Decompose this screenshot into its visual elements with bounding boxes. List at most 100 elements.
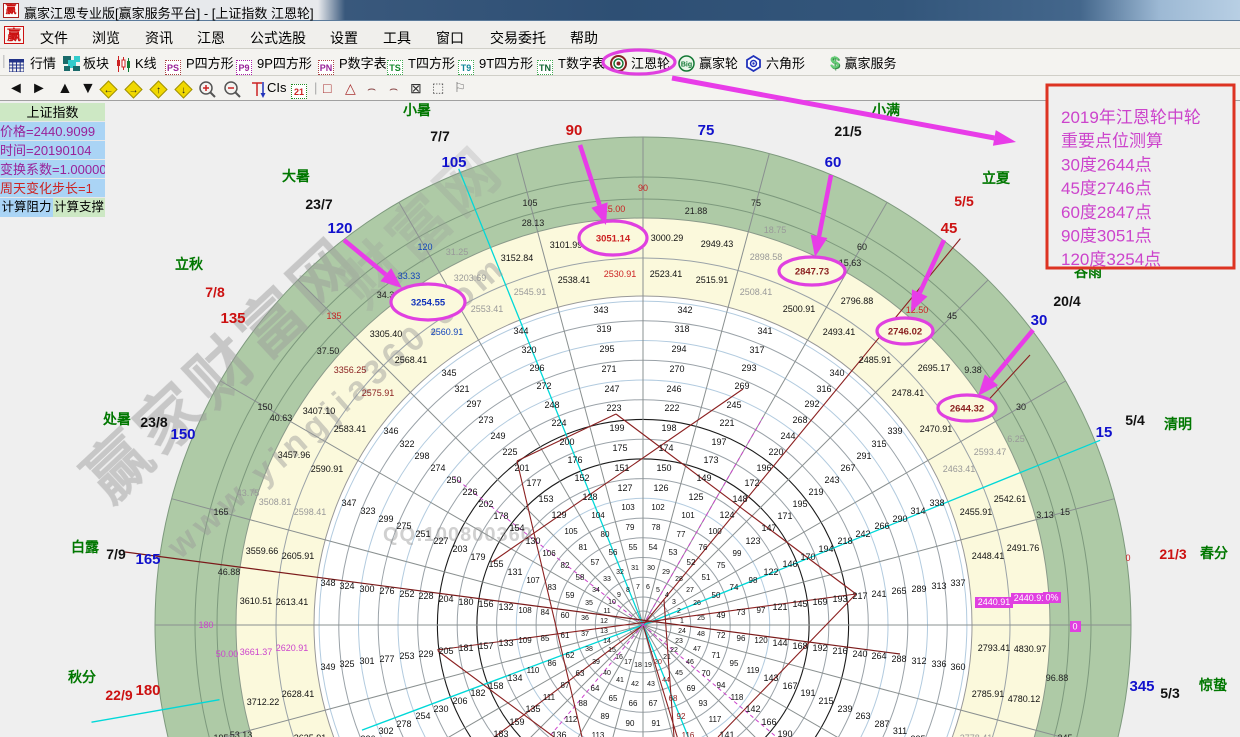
svg-text:白露: 白露 [71,539,100,555]
svg-text:87: 87 [561,681,570,690]
svg-text:49: 49 [717,611,726,620]
svg-text:3.13: 3.13 [1036,510,1054,520]
svg-text:7/9: 7/9 [106,546,126,562]
svg-text:104: 104 [591,511,605,520]
svg-text:2635.91: 2635.91 [294,733,327,737]
svg-text:2568.41: 2568.41 [395,355,428,365]
svg-text:42: 42 [631,681,639,688]
svg-text:73: 73 [737,608,746,617]
svg-text:183: 183 [493,729,508,737]
svg-text:199: 199 [609,423,624,433]
svg-text:287: 287 [874,719,889,729]
svg-text:43.75: 43.75 [237,488,260,498]
svg-text:215: 215 [818,696,833,706]
svg-text:105: 105 [441,154,466,171]
svg-text:2583.41: 2583.41 [334,424,367,434]
svg-text:33: 33 [603,576,611,583]
svg-text:190: 190 [777,729,792,737]
svg-text:2493.41: 2493.41 [823,327,856,337]
svg-text:251: 251 [415,529,430,539]
svg-text:2500.91: 2500.91 [783,304,816,314]
svg-text:344: 344 [513,326,528,336]
svg-text:250: 250 [446,475,461,485]
svg-text:3203.69: 3203.69 [454,273,487,283]
svg-text:93: 93 [699,699,708,708]
svg-text:218: 218 [837,536,852,546]
svg-text:2440.91: 2440.91 [978,597,1011,607]
svg-text:105: 105 [522,198,537,208]
svg-text:242: 242 [855,529,870,539]
svg-text:297: 297 [466,399,481,409]
svg-text:75: 75 [698,122,715,139]
svg-text:129: 129 [551,510,566,520]
svg-text:173: 173 [703,455,718,465]
svg-text:18.75: 18.75 [764,225,787,235]
svg-text:178: 178 [493,511,508,521]
svg-text:228: 228 [418,591,433,601]
svg-text:101: 101 [681,511,695,520]
svg-text:337: 337 [950,578,965,588]
svg-text:269: 269 [734,381,749,391]
svg-text:130: 130 [525,536,540,546]
svg-text:70: 70 [702,669,711,678]
svg-text:105: 105 [564,527,578,536]
svg-text:323: 323 [360,506,375,516]
svg-text:229: 229 [418,649,433,659]
svg-text:86: 86 [548,659,557,668]
svg-text:206: 206 [452,696,467,706]
svg-text:3407.10: 3407.10 [303,406,336,416]
svg-text:347: 347 [341,498,356,508]
svg-text:3559.66: 3559.66 [246,546,279,556]
svg-text:3508.81: 3508.81 [259,497,292,507]
svg-text:342: 342 [677,305,692,315]
svg-text:253: 253 [399,651,414,661]
svg-text:21/5: 21/5 [834,123,861,139]
svg-text:45度2746点: 45度2746点 [1061,179,1152,198]
svg-text:2508.41: 2508.41 [740,287,773,297]
svg-text:226: 226 [462,487,477,497]
svg-text:324: 324 [339,581,354,591]
svg-text:45: 45 [675,670,683,677]
svg-text:225: 225 [502,447,517,457]
svg-text:147: 147 [761,523,776,533]
svg-text:241: 241 [871,589,886,599]
svg-text:243: 243 [824,475,839,485]
svg-text:320: 320 [521,345,536,355]
svg-text:51: 51 [702,573,711,582]
svg-text:2620.91: 2620.91 [276,643,309,653]
svg-text:109: 109 [518,636,532,645]
svg-text:264: 264 [871,651,886,661]
svg-text:312: 312 [911,656,926,666]
svg-text:惊蛰: 惊蛰 [1198,677,1227,693]
svg-text:273: 273 [478,415,493,425]
svg-text:38: 38 [585,646,593,653]
svg-text:118: 118 [731,693,744,702]
svg-text:198: 198 [661,423,676,433]
svg-text:266: 266 [874,521,889,531]
svg-text:154: 154 [509,523,524,533]
svg-text:2949.43: 2949.43 [701,239,734,249]
svg-text:3254.55: 3254.55 [411,298,446,309]
svg-text:2553.41: 2553.41 [471,304,504,314]
svg-text:124: 124 [719,510,734,520]
svg-text:22/9: 22/9 [105,687,132,703]
svg-text:96: 96 [737,634,746,643]
svg-text:61: 61 [561,631,570,640]
svg-text:40.63: 40.63 [270,413,293,423]
svg-text:4830.97: 4830.97 [1014,644,1047,654]
svg-text:345: 345 [1129,678,1154,695]
svg-text:120: 120 [754,636,768,645]
svg-text:7: 7 [636,584,640,591]
svg-text:313: 313 [931,581,946,591]
svg-text:60: 60 [857,242,867,252]
svg-text:120: 120 [417,242,432,252]
svg-text:113: 113 [592,731,605,737]
svg-text:96.88: 96.88 [1046,673,1069,683]
svg-text:179: 179 [470,552,485,562]
svg-text:274: 274 [430,463,445,473]
svg-text:2523.41: 2523.41 [650,269,683,279]
svg-text:148: 148 [732,494,747,504]
svg-text:202: 202 [478,499,493,509]
svg-text:180: 180 [198,620,213,630]
svg-text:119: 119 [747,666,760,675]
